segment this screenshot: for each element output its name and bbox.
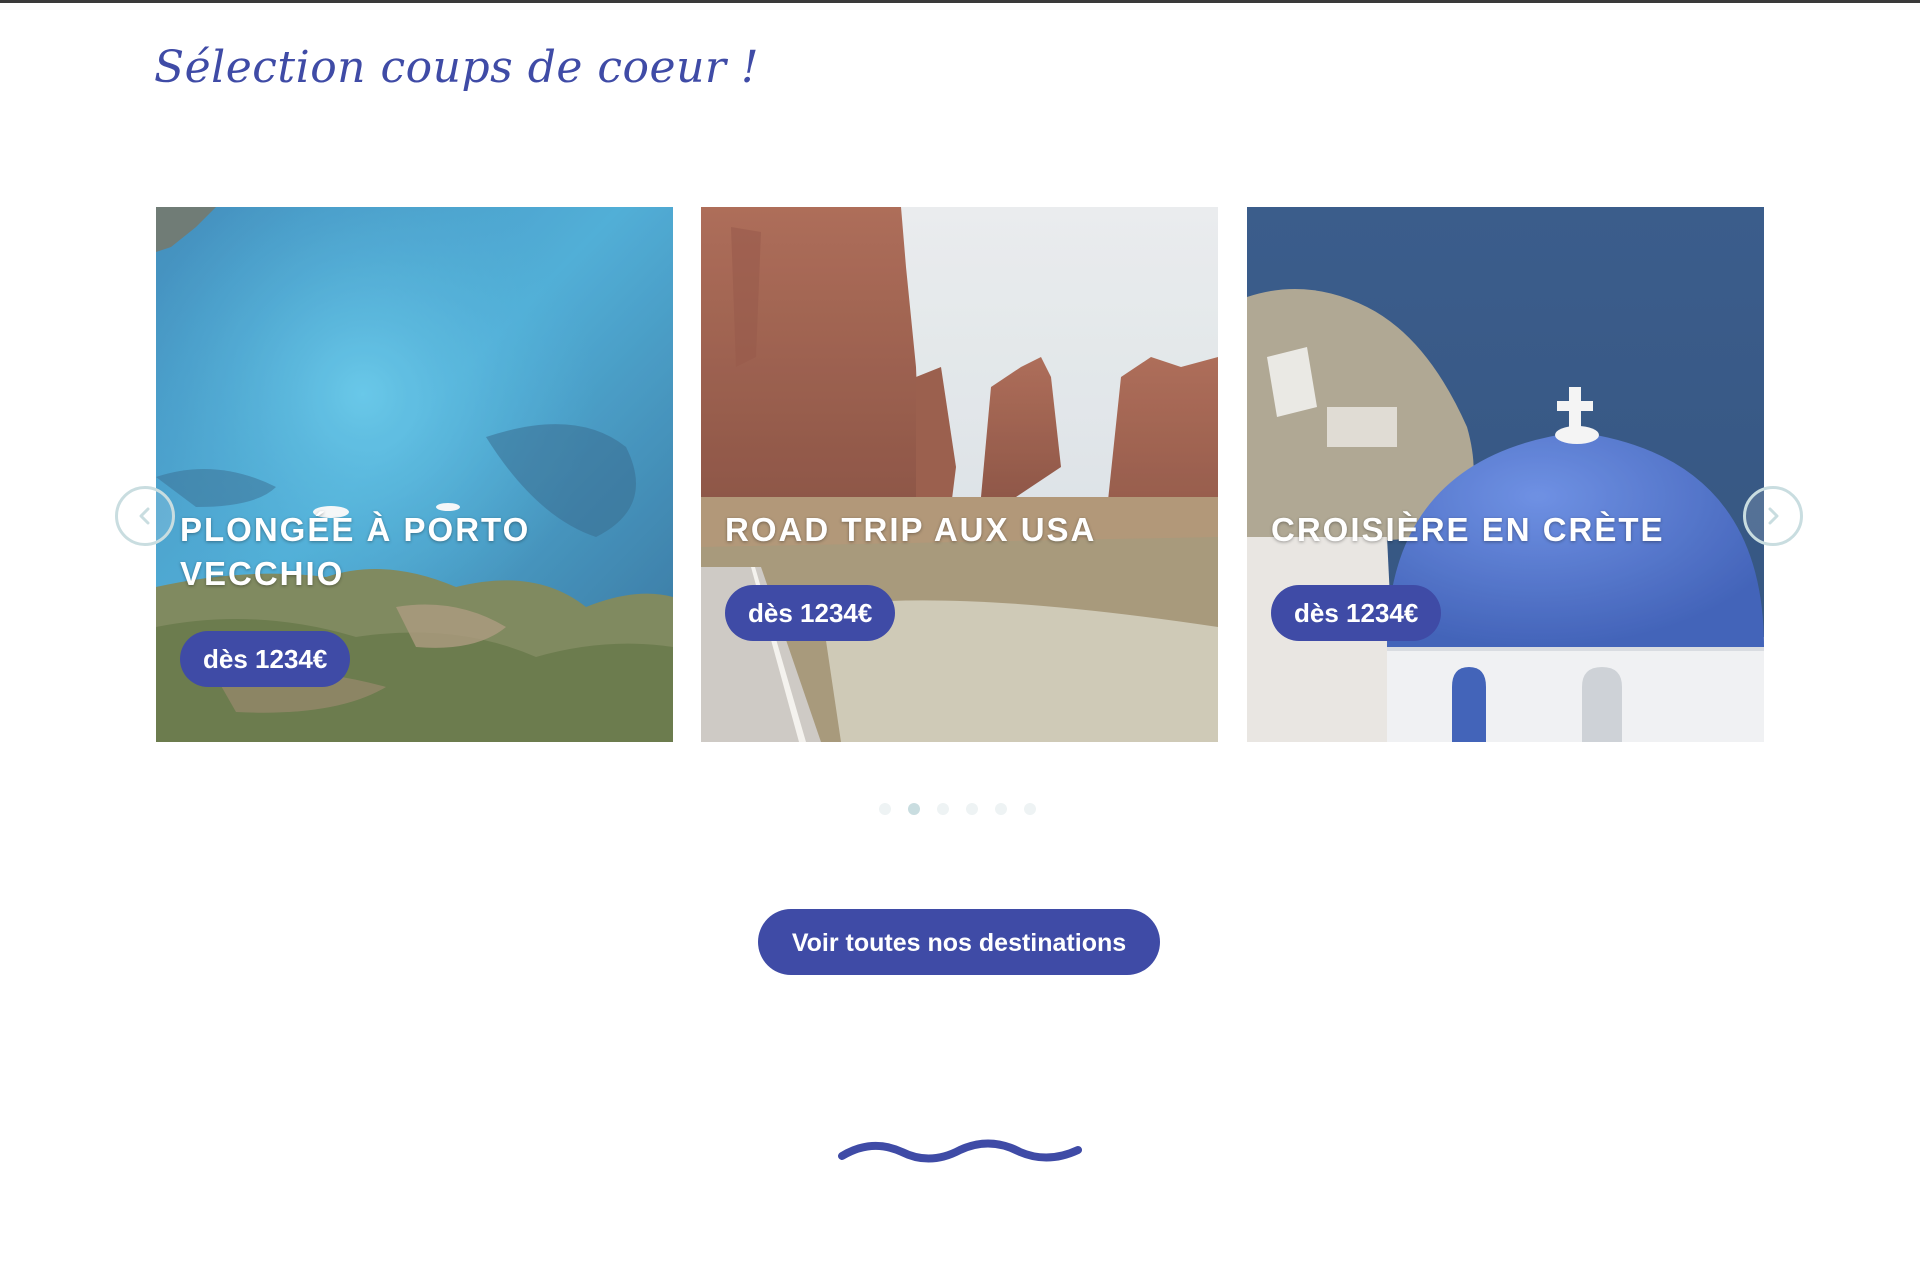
image-overlay — [701, 207, 1218, 742]
price-badge[interactable]: dès 1234€ — [725, 585, 896, 641]
destination-title: PLONGÉE À PORTO VECCHIO — [180, 511, 531, 592]
destinations-carousel: PLONGÉE À PORTO VECCHIO dès 1234€ ROAD T… — [0, 0, 1920, 1280]
carousel-next-button[interactable] — [1743, 486, 1803, 546]
pagination-dot[interactable] — [879, 803, 891, 815]
destination-card-porto-vecchio[interactable]: PLONGÉE À PORTO VECCHIO dès 1234€ — [156, 207, 673, 742]
pagination-dot[interactable] — [908, 803, 920, 815]
price-badge[interactable]: dès 1234€ — [1271, 585, 1442, 641]
chevron-right-icon — [1768, 507, 1779, 525]
carousel-prev-button[interactable] — [115, 486, 175, 546]
destination-title: ROAD TRIP AUX USA — [725, 511, 1097, 548]
destination-card-usa[interactable]: ROAD TRIP AUX USA dès 1234€ — [701, 207, 1218, 742]
destination-title: CROISIÈRE EN CRÈTE — [1271, 511, 1665, 548]
destination-card-crete[interactable]: CROISIÈRE EN CRÈTE dès 1234€ — [1247, 207, 1764, 742]
pagination-dot[interactable] — [1024, 803, 1036, 815]
pagination-dot[interactable] — [995, 803, 1007, 815]
price-badge[interactable]: dès 1234€ — [180, 631, 351, 687]
pagination-dot[interactable] — [937, 803, 949, 815]
wave-icon — [838, 1139, 1082, 1163]
image-overlay — [1247, 207, 1764, 742]
chevron-left-icon — [139, 507, 150, 525]
carousel-pagination — [879, 803, 1036, 815]
pagination-dot[interactable] — [966, 803, 978, 815]
view-all-destinations-button[interactable]: Voir toutes nos destinations — [758, 909, 1160, 975]
